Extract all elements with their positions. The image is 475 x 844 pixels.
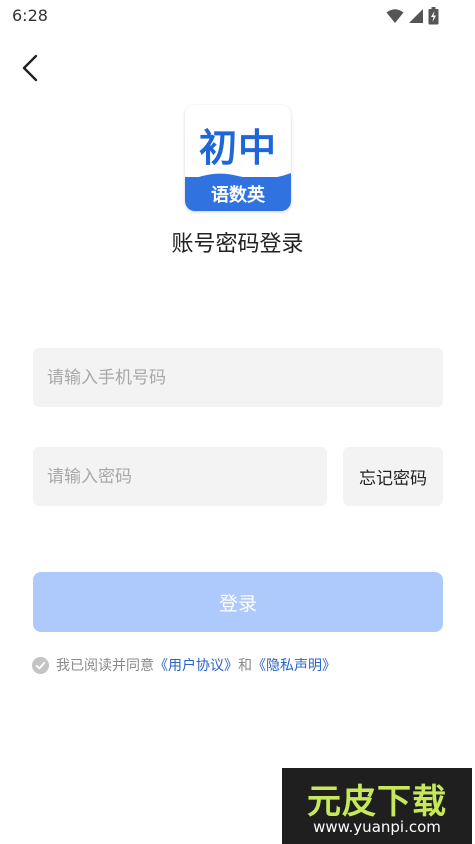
back-button[interactable]: [14, 50, 46, 86]
agreement-row: 我已阅读并同意 《用户协议》 和 《隐私声明》: [32, 655, 336, 675]
status-bar: 6:28: [0, 0, 475, 32]
app-logo: 初中 语数英: [185, 105, 291, 211]
status-icons: [386, 7, 439, 25]
privacy-statement-link[interactable]: 《隐私声明》: [252, 655, 336, 675]
status-time: 6:28: [12, 6, 48, 25]
watermark: 元皮下载 www.yuanpi.com: [282, 768, 472, 844]
phone-input[interactable]: [33, 348, 443, 407]
watermark-url: www.yuanpi.com: [313, 818, 441, 836]
check-circle-icon[interactable]: [32, 656, 49, 674]
watermark-main-text: 元皮下载: [307, 782, 447, 822]
agreement-prefix: 我已阅读并同意: [56, 658, 154, 674]
wifi-icon: [386, 9, 404, 23]
signal-icon: [409, 9, 423, 23]
forgot-password-button[interactable]: 忘记密码: [343, 447, 443, 506]
password-input[interactable]: [33, 447, 327, 506]
login-button[interactable]: 登录: [33, 572, 443, 632]
agreement-conjunction: 和: [238, 658, 252, 674]
page-title: 账号密码登录: [171, 232, 304, 257]
user-agreement-link[interactable]: 《用户协议》: [154, 655, 238, 675]
logo-bottom-text: 语数英: [211, 185, 265, 206]
battery-charging-icon: [428, 7, 439, 25]
logo-top-text: 初中: [198, 126, 277, 170]
chevron-left-icon: [22, 54, 38, 82]
